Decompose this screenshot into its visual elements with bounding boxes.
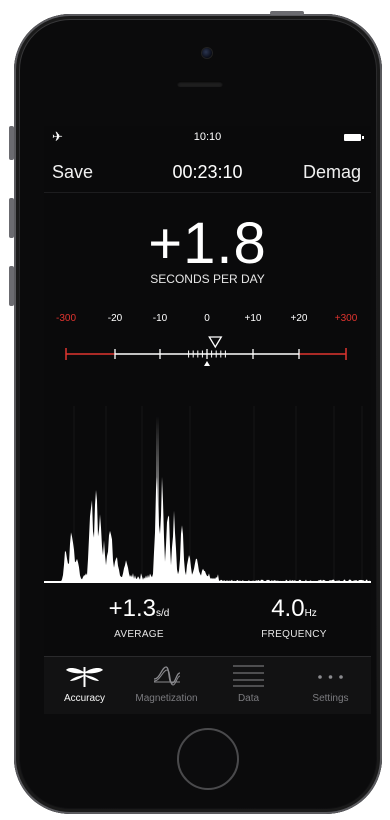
volume-down-button bbox=[9, 266, 14, 306]
rate-reading: +1.8 bbox=[148, 211, 267, 276]
spectrum-glow-line bbox=[156, 416, 159, 582]
scale-label-minus-10: -10 bbox=[152, 313, 168, 324]
scale-label-minus-20: -20 bbox=[107, 313, 123, 324]
accuracy-gauge bbox=[65, 336, 347, 366]
waveform-icon bbox=[153, 666, 181, 686]
average-label: AVERAGE bbox=[114, 629, 164, 640]
scale-label-plus-10: +10 bbox=[244, 313, 262, 324]
zero-marker-icon bbox=[204, 361, 210, 366]
scale-labels: -300 -20 -10 0 +10 +20 +300 bbox=[44, 313, 371, 327]
average-value: +1.3 bbox=[108, 595, 157, 622]
triangle-down-icon bbox=[208, 336, 223, 349]
list-lines-icon bbox=[233, 665, 264, 687]
frequency-value: 4.0 bbox=[271, 595, 305, 622]
volume-up-button bbox=[9, 198, 14, 238]
scale-label-zero: 0 bbox=[204, 313, 210, 324]
mute-switch bbox=[9, 126, 14, 160]
tab-label-data: Data bbox=[237, 693, 260, 704]
tab-magnetization[interactable]: Magnetization bbox=[126, 657, 207, 714]
tab-label-accuracy: Accuracy bbox=[63, 693, 106, 704]
stats-row: +1.3s/d AVERAGE 4.0Hz FREQUENCY bbox=[44, 594, 371, 646]
status-bar: ✈ 10:10 bbox=[44, 126, 371, 148]
power-button bbox=[270, 11, 304, 15]
tab-label-magnetization: Magnetization bbox=[135, 693, 198, 704]
tab-settings[interactable]: Settings bbox=[290, 657, 371, 714]
spectrum-grid bbox=[73, 406, 363, 582]
scale-label-plus-300: +300 bbox=[334, 313, 358, 324]
more-dots-icon bbox=[318, 675, 343, 679]
frequency-unit: Hz bbox=[304, 608, 317, 619]
tab-data[interactable]: Data bbox=[208, 657, 289, 714]
spectrum-trace bbox=[44, 476, 371, 582]
dragonfly-icon bbox=[66, 667, 103, 687]
nav-bar: Save 00:23:10 Demag bbox=[44, 152, 371, 193]
tab-accuracy[interactable]: Accuracy bbox=[44, 657, 125, 714]
status-time: 10:10 bbox=[193, 131, 222, 143]
app-screen: ✈ 10:10 Save 00:23:10 Demag +1.8 SECONDS… bbox=[44, 126, 371, 714]
scale-label-minus-300: -300 bbox=[55, 313, 77, 324]
average-unit: s/d bbox=[156, 608, 170, 619]
home-button[interactable] bbox=[177, 728, 239, 790]
tab-bar: Accuracy Magnetization Data Settings bbox=[44, 656, 371, 714]
demag-button[interactable]: Demag bbox=[303, 162, 361, 183]
tab-label-settings: Settings bbox=[312, 693, 349, 704]
rate-unit-label: SECONDS PER DAY bbox=[150, 272, 265, 286]
earpiece-speaker bbox=[177, 81, 223, 87]
frequency-label: FREQUENCY bbox=[261, 629, 327, 640]
frequency-stat: 4.0Hz FREQUENCY bbox=[224, 594, 364, 640]
battery-icon bbox=[344, 134, 364, 141]
beat-spectrum bbox=[44, 406, 371, 583]
scale-label-plus-20: +20 bbox=[290, 313, 308, 324]
average-stat: +1.3s/d AVERAGE bbox=[69, 594, 209, 640]
front-camera bbox=[202, 48, 212, 58]
